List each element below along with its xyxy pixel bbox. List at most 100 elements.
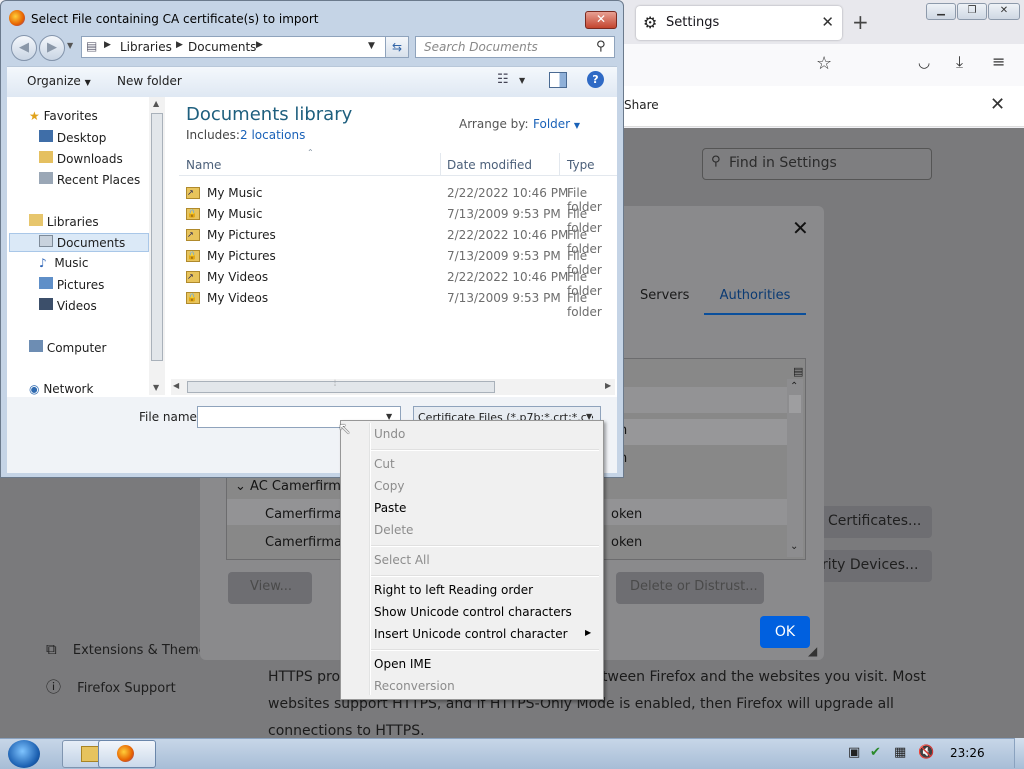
nav-recent-places[interactable]: Recent Places	[39, 172, 140, 187]
arrange-by-dropdown[interactable]: Folder ▼	[533, 117, 580, 131]
menu-item-open-ime[interactable]: Open IME	[374, 657, 431, 671]
menu-item-cut[interactable]: Cut	[374, 457, 395, 471]
nav-documents[interactable]: Documents	[39, 235, 125, 250]
scroll-up-icon[interactable]: ⌃	[790, 381, 798, 392]
scroll-down-icon[interactable]: ▼	[153, 383, 159, 392]
scroll-thumb[interactable]	[789, 395, 801, 413]
sidebar-item-support[interactable]: ⓘ Firefox Support	[46, 676, 176, 697]
breadcrumb-chevron-icon[interactable]: ▶	[104, 40, 111, 50]
volume-muted-icon[interactable]: 🔇	[918, 745, 934, 760]
nav-scrollbar[interactable]: ▲ ▼	[149, 97, 165, 395]
column-name[interactable]: Name	[186, 158, 221, 172]
scroll-thumb[interactable]	[151, 113, 163, 361]
nav-favorites[interactable]: ★ Favorites	[29, 109, 98, 123]
nav-music[interactable]: ♪ Music	[39, 256, 88, 270]
scroll-thumb[interactable]: ⦙	[187, 379, 495, 393]
breadcrumb-chevron-icon[interactable]: ▶	[176, 40, 183, 50]
address-bar[interactable]: ▤ ▶ Libraries ▶ Documents ▶ ▼	[81, 36, 409, 58]
chevron-down-icon[interactable]: ▼	[519, 76, 525, 85]
nav-pictures[interactable]: Pictures	[39, 277, 104, 292]
column-divider[interactable]	[440, 153, 441, 175]
nav-videos[interactable]: Videos	[39, 298, 97, 313]
tab-authorities[interactable]: Authorities	[704, 288, 806, 315]
start-button[interactable]	[4, 740, 44, 768]
view-options-icon[interactable]: ☷	[497, 72, 509, 87]
nav-downloads[interactable]: Downloads	[39, 151, 123, 166]
recent-pages-icon[interactable]: ▼	[67, 41, 73, 50]
window-close-button[interactable]: ✕	[988, 3, 1020, 20]
security-devices-button[interactable]: rity Devices...	[812, 550, 932, 582]
ok-button[interactable]: OK	[760, 616, 810, 648]
maximize-button[interactable]: ❐	[957, 3, 987, 20]
nav-libraries[interactable]: Libraries	[29, 214, 99, 229]
search-input[interactable]: Search Documents ⚲	[415, 36, 615, 58]
menu-item-undo[interactable]: Undo	[374, 427, 405, 441]
dialog-close-button[interactable]: ✕	[585, 11, 617, 29]
breadcrumb-documents[interactable]: Documents	[188, 40, 256, 54]
scroll-down-icon[interactable]: ⌄	[790, 541, 798, 552]
menu-item-delete[interactable]: Delete	[374, 523, 413, 537]
organize-button[interactable]: Organize ▼	[27, 74, 91, 88]
resize-grip-icon[interactable]: ◢	[808, 644, 817, 658]
menu-item-insert-unicode-control[interactable]: Insert Unicode control character	[374, 627, 568, 641]
scroll-right-icon[interactable]: ▶	[605, 381, 611, 390]
taskbar-firefox-button[interactable]	[98, 740, 156, 768]
menu-item-paste[interactable]: Paste	[374, 501, 406, 515]
network-tray-icon[interactable]: ▦	[894, 745, 906, 760]
help-icon[interactable]: ?	[587, 71, 604, 88]
scroll-left-icon[interactable]: ◀	[173, 381, 179, 390]
column-divider[interactable]	[559, 153, 560, 175]
menu-item-copy[interactable]: Copy	[374, 479, 404, 493]
horizontal-scrollbar[interactable]: ◀ ⦙ ▶	[171, 379, 615, 395]
address-dropdown-icon[interactable]: ▼	[368, 41, 375, 51]
refresh-button[interactable]: ⇆	[385, 36, 409, 58]
share-label[interactable]: Share	[624, 98, 659, 112]
scrollbar[interactable]: ⌃ ⌄	[787, 379, 803, 557]
https-description-line1-left: HTTPS pro	[268, 669, 341, 685]
new-folder-button[interactable]: New folder	[117, 74, 182, 88]
locked-folder-icon: 🔒	[186, 250, 200, 262]
menu-item-select-all[interactable]: Select All	[374, 553, 430, 567]
forward-button[interactable]: ▶	[39, 35, 65, 61]
tree-group-row[interactable]: ⌄ AC Camerfirma	[235, 479, 349, 494]
show-desktop-button[interactable]	[1014, 738, 1024, 768]
search-icon[interactable]: ⚲	[596, 39, 606, 54]
view-button[interactable]: View...	[228, 572, 312, 604]
bookmark-star-icon[interactable]: ☆	[816, 53, 832, 74]
minimize-button[interactable]: ▁	[926, 3, 956, 20]
tab-settings[interactable]: ⚙ Settings ✕	[636, 6, 842, 40]
tree-row[interactable]	[623, 419, 787, 445]
column-type[interactable]: Type	[567, 158, 595, 172]
column-picker-icon[interactable]: ▤	[793, 365, 803, 378]
close-icon[interactable]: ✕	[792, 216, 809, 240]
nav-computer[interactable]: Computer	[29, 340, 106, 355]
menu-icon[interactable]: ≡	[992, 52, 1005, 71]
pocket-icon[interactable]: ◡	[918, 55, 930, 71]
preview-pane-icon[interactable]	[549, 72, 567, 88]
navigation-pane: ★ Favorites Desktop Downloads Recent Pla…	[7, 97, 168, 397]
nav-network[interactable]: ◉ Network	[29, 382, 93, 396]
find-in-settings-input[interactable]: ⚲ Find in Settings	[702, 148, 932, 180]
scroll-up-icon[interactable]: ▲	[153, 99, 159, 108]
breadcrumb-libraries[interactable]: Libraries	[120, 40, 172, 54]
close-notification-icon[interactable]: ✕	[990, 94, 1005, 115]
tab-servers[interactable]: Servers	[640, 288, 689, 303]
new-tab-button[interactable]: +	[852, 10, 869, 34]
includes-locations-link[interactable]: 2 locations	[240, 128, 305, 142]
breadcrumb-chevron-icon[interactable]: ▶	[256, 40, 263, 50]
sidebar-item-extensions[interactable]: ⧉ Extensions & Themes	[46, 640, 213, 658]
back-button[interactable]: ◀	[11, 35, 37, 61]
menu-item-reconversion[interactable]: Reconversion	[374, 679, 455, 693]
view-certificates-button[interactable]: Certificates...	[812, 506, 932, 538]
close-tab-icon[interactable]: ✕	[821, 13, 834, 31]
column-date-modified[interactable]: Date modified	[447, 158, 532, 172]
action-center-icon[interactable]: ▣	[848, 745, 860, 760]
downloads-icon[interactable]: ⤓	[956, 52, 963, 72]
menu-item-show-unicode-control[interactable]: Show Unicode control characters	[374, 605, 572, 619]
security-icon[interactable]: ✔	[870, 745, 881, 760]
shortcut-folder-icon: ↗	[186, 271, 200, 283]
menu-item-rtl-reading-order[interactable]: Right to left Reading order	[374, 583, 533, 597]
nav-desktop[interactable]: Desktop	[39, 130, 106, 145]
clock[interactable]: 23:26	[950, 746, 985, 760]
delete-or-distrust-button[interactable]: Delete or Distrust...	[616, 572, 764, 604]
